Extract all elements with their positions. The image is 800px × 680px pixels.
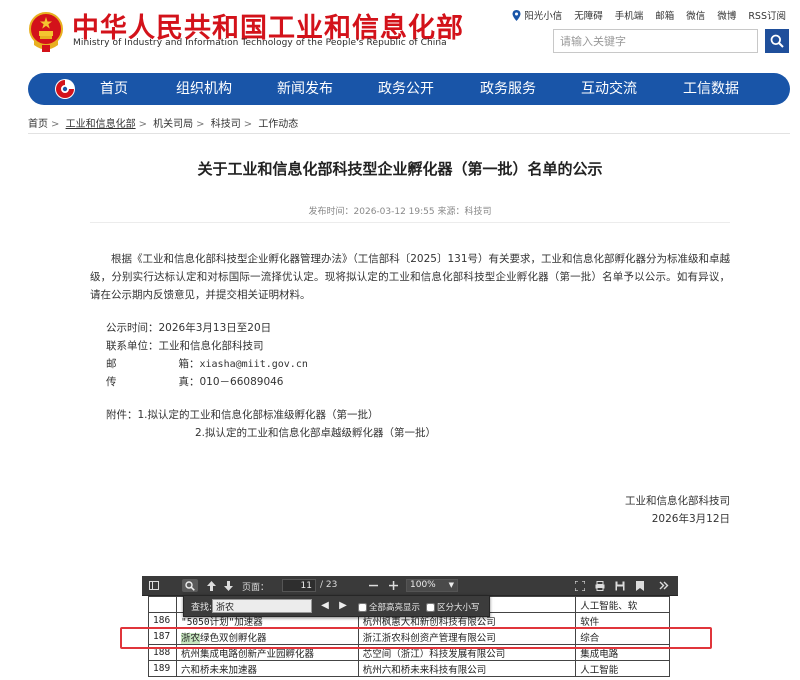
- table-cell-no: [148, 596, 177, 613]
- signature-date: 2026年3月12日: [651, 513, 730, 525]
- miit-logo-icon[interactable]: [54, 78, 76, 100]
- breadcrumb-work-news[interactable]: 工作动态: [258, 119, 298, 130]
- fax-row: 传 真：010－66089046: [106, 374, 284, 389]
- table-cell-no: 189: [148, 660, 177, 677]
- zoom-value: 100%: [410, 580, 436, 590]
- location-pin-icon: [512, 9, 521, 21]
- nav-item-organization[interactable]: 组织机构: [176, 73, 232, 105]
- sidebar-toggle-icon[interactable]: [148, 579, 160, 592]
- presentation-mode-icon[interactable]: [574, 579, 586, 592]
- search-icon: [770, 34, 784, 48]
- top-link-weibo[interactable]: 微博: [711, 8, 742, 22]
- article-title: 关于工业和信息化部科技型企业孵化器（第一批）名单的公示: [197, 160, 603, 178]
- page-label: 页面：: [242, 583, 270, 593]
- breadcrumb-ministry[interactable]: 工业和信息化部: [66, 119, 136, 130]
- nav-item-news[interactable]: 新闻发布: [277, 73, 333, 105]
- site-subtitle: Ministry of Industry and Information Tec…: [73, 38, 447, 48]
- top-link-mail[interactable]: 邮箱: [649, 8, 680, 22]
- email-value[interactable]: xiasha@miit.gov.cn: [200, 359, 308, 370]
- breadcrumb: 首页 > 工业和信息化部 > 机关司局 > 科技司 > 工作动态: [28, 119, 299, 130]
- match-case-label: 区分大小写: [437, 603, 480, 613]
- page-number-input[interactable]: [282, 579, 316, 592]
- nav-item-data[interactable]: 工信数据: [683, 73, 739, 105]
- table-cell-name: 六和桥未来加速器: [175, 660, 359, 677]
- top-links: 阳光小信 无障碍 手机端 邮箱 微信 微博 RSS订阅: [506, 8, 792, 22]
- national-emblem-icon[interactable]: [28, 10, 64, 54]
- meta-divider: [90, 222, 730, 223]
- attachment-label: 附件：: [106, 409, 138, 421]
- table-cell-company: 杭州六和桥未来科技有限公司: [357, 660, 577, 677]
- fax-value: 010－66089046: [199, 376, 284, 388]
- prev-page-icon[interactable]: [205, 579, 217, 592]
- bookmark-icon[interactable]: [634, 579, 646, 592]
- page-total: / 23: [320, 580, 338, 590]
- find-next-icon[interactable]: ▶: [336, 599, 350, 613]
- annotation-highlight-box: [120, 627, 712, 649]
- tools-double-chevron-icon[interactable]: [658, 579, 670, 592]
- save-icon[interactable]: [614, 579, 626, 592]
- find-bar: 查找: ◀ ▶ 全部高亮显示 区分大小写: [183, 595, 490, 617]
- email-label: 邮: [106, 358, 117, 370]
- find-label: 查找:: [191, 603, 213, 613]
- top-link-rss[interactable]: RSS订阅: [742, 8, 792, 22]
- table-row: 189 六和桥未来加速器 杭州六和桥未来科技有限公司 人工智能: [148, 660, 670, 677]
- breadcrumb-divider: [28, 133, 790, 134]
- highlight-all-checkbox[interactable]: [358, 602, 367, 612]
- contact-unit: 联系单位：工业和信息化部科技司: [106, 340, 264, 352]
- search-button[interactable]: [765, 29, 789, 53]
- breadcrumb-departments[interactable]: 机关司局: [153, 119, 193, 130]
- attachment-item-1[interactable]: 1.拟认定的工业和信息化部标准级孵化器（第一批）: [138, 409, 379, 421]
- top-link-sunshine[interactable]: 阳光小信: [506, 8, 568, 22]
- table-cell-field: 人工智能、软: [575, 596, 670, 613]
- top-link-mobile[interactable]: 手机端: [609, 8, 650, 22]
- attachment-1: 附件：1.拟认定的工业和信息化部标准级孵化器（第一批）: [106, 407, 379, 422]
- site-search: [553, 29, 789, 53]
- nav-item-gov-services[interactable]: 政务服务: [480, 73, 536, 105]
- zoom-in-icon[interactable]: [387, 579, 399, 592]
- breadcrumb-tech-dept[interactable]: 科技司: [211, 119, 241, 130]
- nav-item-interaction[interactable]: 互动交流: [581, 73, 637, 105]
- top-link-label: 阳光小信: [524, 11, 563, 22]
- highlight-all-label: 全部高亮显示: [369, 603, 421, 613]
- pdf-toolbar: 页面： / 23 100% ▼: [142, 576, 678, 596]
- signature-org: 工业和信息化部科技司: [625, 495, 730, 507]
- find-icon[interactable]: [182, 579, 198, 592]
- zoom-select[interactable]: 100% ▼: [406, 579, 458, 592]
- fax-label: 传: [106, 376, 117, 388]
- email-label-2: 箱：: [178, 358, 200, 370]
- attachment-item-2[interactable]: 2.拟认定的工业和信息化部卓越级孵化器（第一批）: [195, 425, 436, 440]
- chevron-down-icon: ▼: [448, 581, 454, 589]
- article-meta: 发布时间：2026-03-12 19:55 来源：科技司: [308, 207, 492, 217]
- zoom-out-icon[interactable]: [367, 579, 379, 592]
- email-row: 邮 箱：xiasha@miit.gov.cn: [106, 356, 308, 371]
- search-input[interactable]: [553, 29, 758, 53]
- table-cell-field: 人工智能: [575, 660, 670, 677]
- main-nav: 首页 组织机构 新闻发布 政务公开 政务服务 互动交流 工信数据: [28, 73, 790, 105]
- site-header: 中华人民共和国工业和信息化部 Ministry of Industry and …: [0, 0, 800, 70]
- nav-item-home[interactable]: 首页: [100, 73, 128, 105]
- print-icon[interactable]: [594, 579, 606, 592]
- nav-item-gov-affairs[interactable]: 政务公开: [378, 73, 434, 105]
- match-case-option: 区分大小写: [426, 601, 480, 613]
- notice-period: 公示时间：2026年3月13日至20日: [106, 322, 272, 334]
- article-body: 根据《工业和信息化部科技型企业孵化器管理办法》（工信部科〔2025〕131号）有…: [90, 253, 731, 301]
- next-page-icon[interactable]: [222, 579, 234, 592]
- match-case-checkbox[interactable]: [426, 602, 435, 612]
- highlight-all-option: 全部高亮显示: [358, 601, 420, 613]
- breadcrumb-home[interactable]: 首页: [28, 119, 48, 130]
- fax-label-2: 真：: [178, 376, 200, 388]
- find-input[interactable]: [212, 599, 312, 613]
- top-link-wechat[interactable]: 微信: [680, 8, 711, 22]
- find-prev-icon[interactable]: ◀: [318, 599, 332, 613]
- top-link-accessibility[interactable]: 无障碍: [568, 8, 609, 22]
